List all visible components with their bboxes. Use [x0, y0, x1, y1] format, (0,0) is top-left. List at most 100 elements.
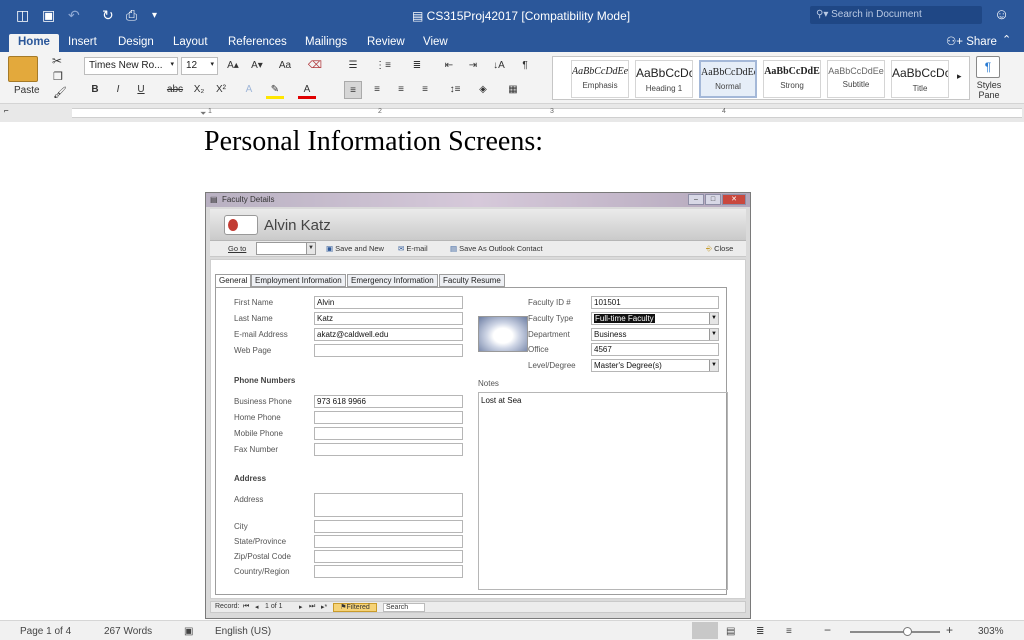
outline-view-icon[interactable]: ≣ [756, 626, 764, 637]
tab-layout[interactable]: Layout [164, 34, 217, 52]
filter-toggle[interactable]: ⚑Filtered [333, 603, 377, 612]
font-color-icon[interactable]: A [298, 81, 316, 99]
increase-indent-icon[interactable]: ⇥ [464, 57, 482, 75]
share-button[interactable]: ⚇+ Share [946, 34, 997, 48]
save-and-new-button[interactable]: ▣ Save and New [326, 244, 384, 253]
multilevel-list-icon[interactable]: ≣ [408, 57, 426, 75]
document-page[interactable]: Personal Information Screens: ▤ Faculty … [0, 122, 1024, 620]
collapse-ribbon-icon[interactable]: ⌃ [1002, 33, 1011, 46]
customize-toolbar-icon[interactable]: ▾ [152, 10, 157, 21]
font-size-select[interactable]: 12 ▾ [181, 57, 218, 75]
zoom-slider-thumb[interactable] [902, 627, 912, 636]
highlight-color-icon[interactable]: ✎ [266, 81, 284, 99]
business-phone-field[interactable]: 973 618 9966 [314, 395, 463, 408]
redo-icon[interactable]: ↻ [102, 7, 114, 24]
style-subtitle[interactable]: AaBbCcDdEe Subtitle [827, 60, 885, 98]
tab-references[interactable]: References [219, 34, 296, 52]
page-count[interactable]: Page 1 of 4 [20, 626, 71, 637]
format-painter-icon[interactable]: 🖌 [53, 86, 67, 99]
numbering-icon[interactable]: ⋮≡ [374, 57, 392, 75]
tab-faculty-resume[interactable]: Faculty Resume [439, 274, 505, 287]
close-window-icon[interactable]: ✕ [722, 194, 746, 205]
copy-icon[interactable]: ❐ [53, 70, 63, 83]
italic-icon[interactable]: I [109, 81, 127, 99]
office-field[interactable]: 4567 [591, 343, 719, 356]
paste-icon[interactable] [8, 56, 38, 82]
faculty-type-select[interactable]: Full-time Faculty ▼ [591, 312, 719, 325]
cut-icon[interactable]: ✂ [52, 54, 62, 68]
mobile-phone-field[interactable] [314, 427, 463, 440]
address-field[interactable] [314, 493, 463, 517]
fax-number-field[interactable] [314, 443, 463, 456]
email-field[interactable]: akatz@caldwell.edu [314, 328, 463, 341]
web-layout-view-icon[interactable]: ▤ [726, 626, 735, 637]
zoom-out-icon[interactable]: − [824, 623, 831, 637]
justify-icon[interactable]: ≡ [416, 81, 434, 99]
decrease-indent-icon[interactable]: ⇤ [440, 57, 458, 75]
record-search-box[interactable]: Search [383, 603, 425, 612]
superscript-icon[interactable]: X² [212, 81, 230, 99]
indent-marker-icon[interactable]: ⏷ [200, 109, 206, 119]
align-left-icon[interactable]: ≡ [344, 81, 362, 99]
language[interactable]: English (US) [215, 626, 271, 637]
faculty-id-field[interactable]: 101501 [591, 296, 719, 309]
style-emphasis[interactable]: AaBbCcDdEe Emphasis [571, 60, 629, 98]
zoom-slider[interactable] [850, 627, 940, 636]
subscript-icon[interactable]: X₂ [190, 81, 208, 99]
new-record-icon[interactable]: ▸* [321, 603, 327, 611]
underline-icon[interactable]: U [132, 81, 150, 99]
prev-record-icon[interactable]: ◂ [255, 603, 259, 611]
web-page-field[interactable] [314, 344, 463, 357]
tab-emergency-information[interactable]: Emergency Information [347, 274, 438, 287]
change-case-icon[interactable]: Aa [276, 57, 294, 75]
record-position[interactable]: 1 of 1 [265, 603, 283, 610]
goto-combobox[interactable]: ▼ [256, 242, 316, 255]
bold-icon[interactable]: B [86, 81, 104, 99]
country-field[interactable] [314, 565, 463, 578]
draft-view-icon[interactable]: ≡ [786, 626, 792, 637]
line-spacing-icon[interactable]: ↕≡ [446, 81, 464, 99]
shading-icon[interactable]: ◈ [474, 81, 492, 99]
style-heading-1[interactable]: AaBbCcDc Heading 1 [635, 60, 693, 98]
tab-design[interactable]: Design [109, 34, 163, 52]
maximize-icon[interactable]: □ [705, 194, 721, 205]
email-button[interactable]: ✉ E-mail [398, 244, 428, 253]
grow-font-icon[interactable]: A▴ [224, 57, 242, 75]
style-title[interactable]: AaBbCcDc Title [891, 60, 949, 98]
borders-icon[interactable]: ▦ [504, 81, 522, 99]
text-effects-icon[interactable]: A [240, 81, 258, 99]
tab-mailings[interactable]: Mailings [296, 34, 356, 52]
styles-pane-icon[interactable]: ¶ [976, 56, 1000, 78]
shrink-font-icon[interactable]: A▾ [248, 57, 266, 75]
print-icon[interactable]: ⎙ [126, 7, 137, 24]
word-count[interactable]: 267 Words [104, 626, 152, 637]
styles-pane-button[interactable]: Styles Pane [974, 80, 1004, 100]
print-layout-view-icon[interactable] [692, 622, 718, 639]
minimize-icon[interactable]: – [688, 194, 704, 205]
state-field[interactable] [314, 535, 463, 548]
tab-home[interactable]: Home [9, 34, 59, 52]
undo-icon[interactable]: ↶ [68, 7, 80, 24]
close-form-button[interactable]: ⎆ Close [706, 244, 733, 254]
show-marks-icon[interactable]: ¶ [516, 57, 534, 75]
department-select[interactable]: Business ▼ [591, 328, 719, 341]
zip-field[interactable] [314, 550, 463, 563]
bullets-icon[interactable]: ☰ [344, 57, 362, 75]
feedback-smiley-icon[interactable]: ☺ [994, 6, 1009, 23]
tab-insert[interactable]: Insert [59, 34, 106, 52]
tab-review[interactable]: Review [358, 34, 414, 52]
zoom-in-icon[interactable]: + [946, 623, 953, 637]
save-outlook-button[interactable]: ▤ Save As Outlook Contact [450, 244, 543, 253]
search-input[interactable]: ⚲▾ Search in Document [810, 6, 982, 24]
styles-more-icon[interactable]: ▸ [957, 71, 962, 82]
sidebar-toggle-icon[interactable]: ◫ [16, 7, 29, 24]
zoom-level[interactable]: 303% [978, 626, 1004, 637]
last-record-icon[interactable]: ⏭ [309, 603, 315, 611]
last-name-field[interactable]: Katz [314, 312, 463, 325]
align-center-icon[interactable]: ≡ [368, 81, 386, 99]
next-record-icon[interactable]: ▸ [299, 603, 303, 611]
strikethrough-icon[interactable]: abc [164, 81, 186, 99]
style-normal[interactable]: AaBbCcDdEe Normal [699, 60, 757, 98]
sort-icon[interactable]: ↓A [490, 57, 508, 75]
home-phone-field[interactable] [314, 411, 463, 424]
